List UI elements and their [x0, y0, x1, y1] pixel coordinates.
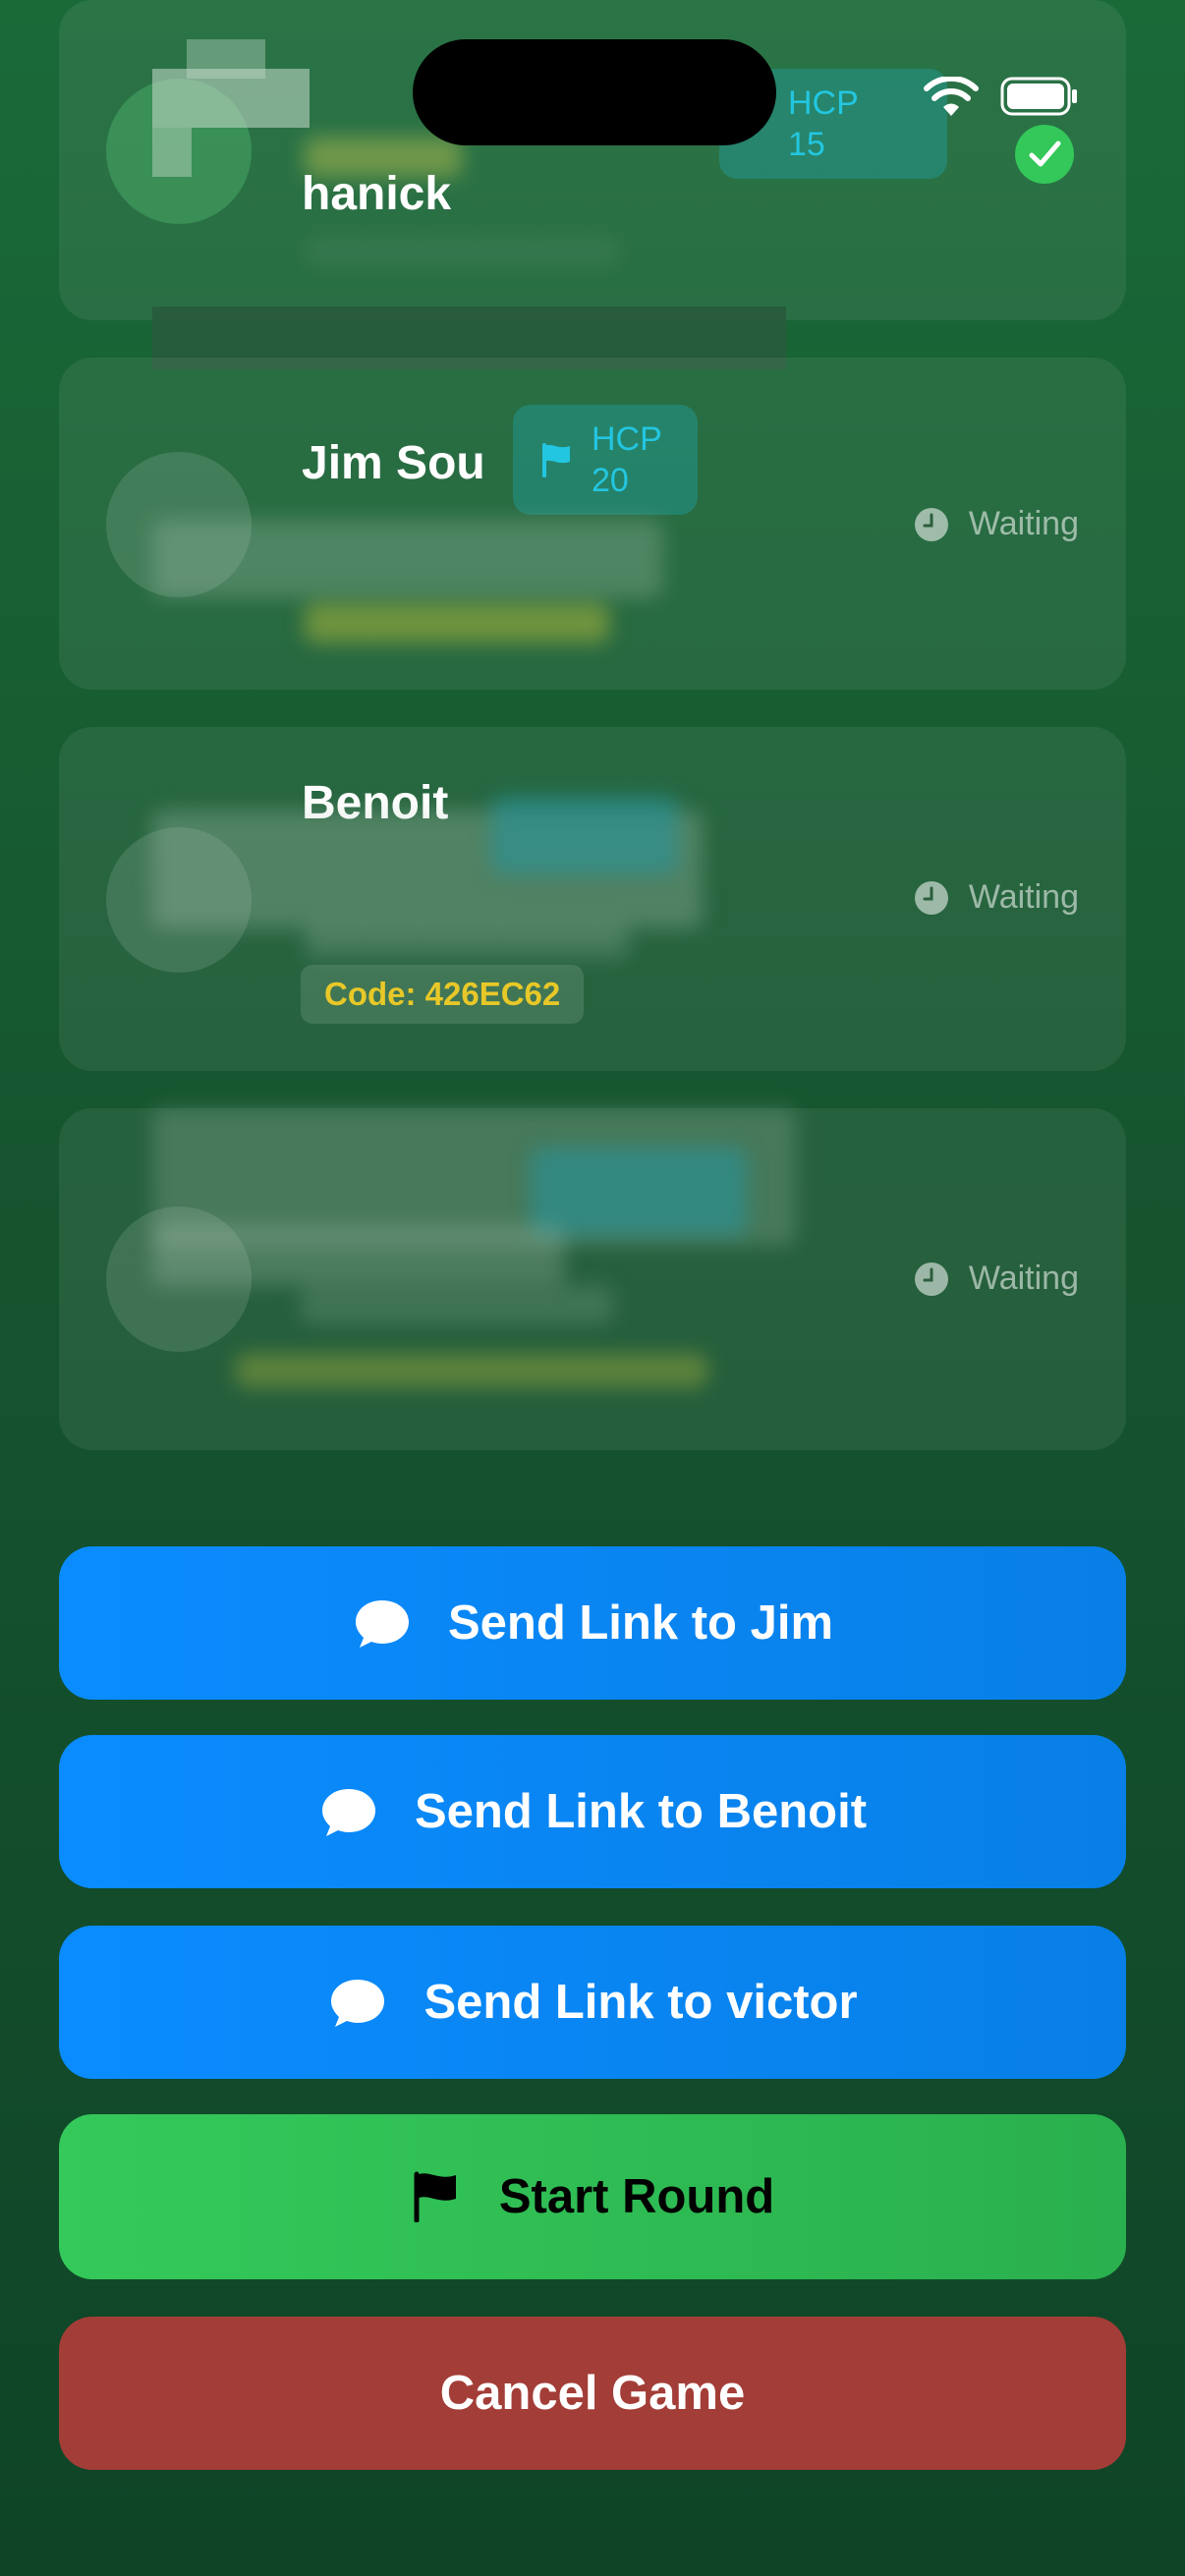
start-round-button[interactable]: Start Round [59, 2114, 1126, 2279]
flag-icon [414, 2171, 456, 2222]
send-link-victor-button[interactable]: Send Link to victor [59, 1926, 1126, 2079]
message-bubble-icon [355, 1600, 409, 1648]
message-bubble-icon [321, 1789, 375, 1836]
flag-icon [542, 443, 570, 477]
send-link-benoit-button[interactable]: Send Link to Benoit [59, 1735, 1126, 1888]
join-code-badge: Code: 426EC62 [301, 965, 585, 1024]
status-bar [0, 0, 1185, 177]
player-status: Waiting [914, 1260, 1079, 1298]
clock-icon [914, 880, 948, 915]
cancel-game-button[interactable]: Cancel Game [59, 2317, 1126, 2470]
clock-icon [914, 1261, 948, 1296]
wifi-icon [924, 77, 979, 116]
player-status: Waiting [914, 878, 1079, 917]
player-card: Benoit Code: 426EC62 Waiting [59, 727, 1126, 1071]
message-bubble-icon [331, 1980, 385, 2027]
player-card: Waiting [59, 1108, 1126, 1450]
clock-icon [914, 507, 948, 541]
player-status: Waiting [914, 505, 1079, 543]
dynamic-island [413, 39, 776, 145]
send-link-jim-button[interactable]: Send Link to Jim [59, 1546, 1126, 1700]
player-name: Jim Sou [302, 437, 485, 489]
battery-icon [1000, 77, 1077, 116]
player-card: Jim Sou HCP 20 Waiting [59, 358, 1126, 690]
hcp-badge: HCP 20 [513, 405, 698, 515]
hcp-text: HCP 20 [592, 420, 662, 499]
